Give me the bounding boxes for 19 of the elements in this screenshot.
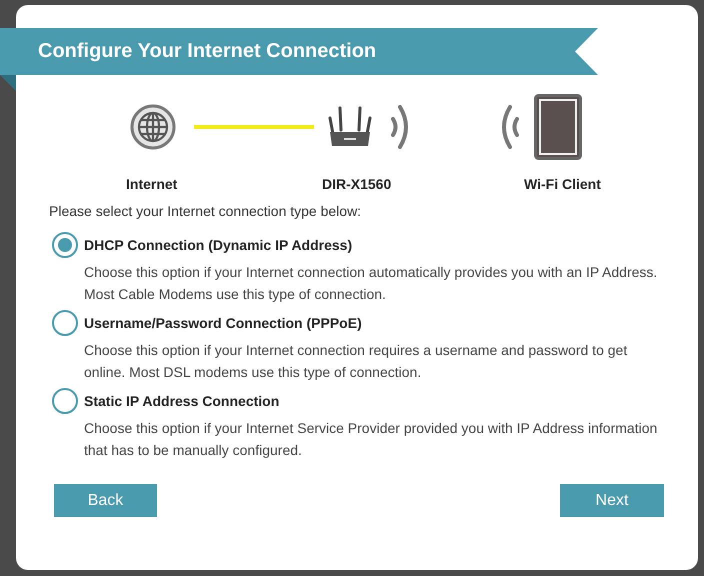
next-button[interactable]: Next <box>560 484 664 517</box>
device-label: DIR-X1560 <box>322 175 392 194</box>
device-label: Wi-Fi Client <box>524 175 601 194</box>
radio-button[interactable] <box>52 310 78 336</box>
option-description: Choose this option if your Internet Service Provider provided you with IP Address information that has to be manually configured. <box>84 419 658 460</box>
option-label: Static IP Address Connection <box>84 392 280 410</box>
globe-icon <box>130 104 176 150</box>
tablet-icon <box>534 94 582 160</box>
device-label: Internet <box>126 175 178 194</box>
banner-fold <box>0 75 16 91</box>
page-title: Configure Your Internet Connection <box>38 39 376 63</box>
option-description: Choose this option if your Internet connection requires a username and password to get online. Most DSL modems use this type of connection. <box>84 341 628 382</box>
radio-button[interactable] <box>52 388 78 414</box>
option-label: Username/Password Connection (PPPoE) <box>84 314 362 333</box>
radio-button[interactable] <box>52 232 78 258</box>
back-button[interactable]: Back <box>54 484 157 517</box>
instruction-text: Please select your Internet connection type below: <box>49 202 362 221</box>
option-description: Choose this option if your Internet connection automatically provides you with an IP Address. Most Cable Modems use this type of connection. <box>84 263 658 304</box>
option-label: DHCP Connection (Dynamic IP Address) <box>84 236 352 255</box>
